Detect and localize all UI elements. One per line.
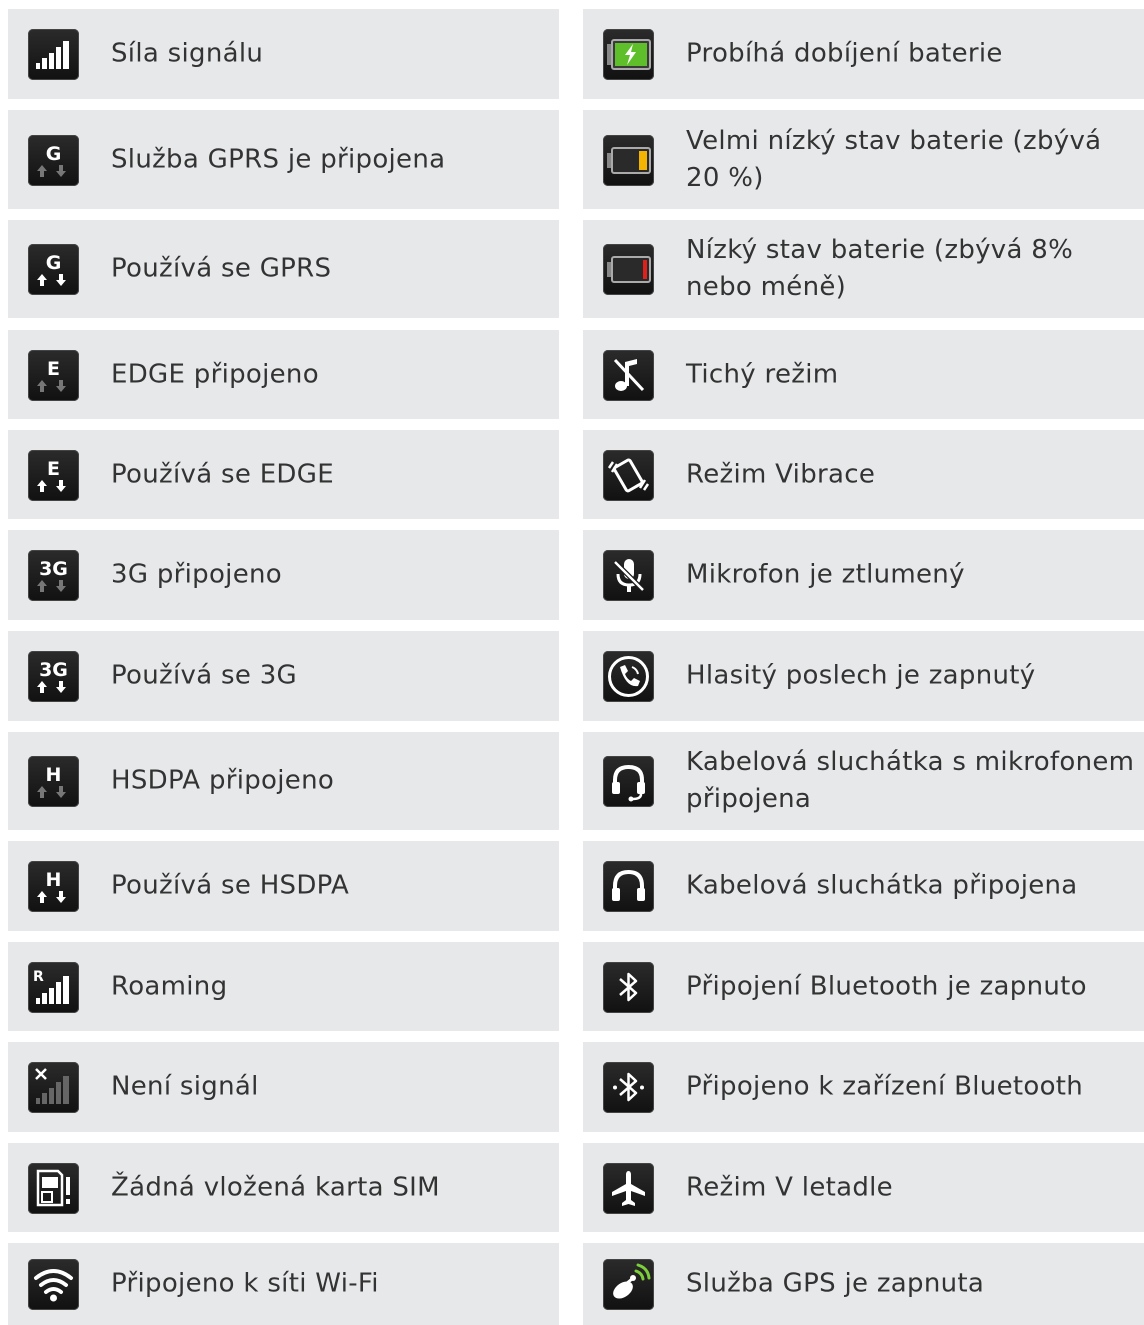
list-item: G Služba GPRS je připojena	[8, 110, 559, 209]
list-item: Připojeno k zařízení Bluetooth	[583, 1042, 1144, 1132]
item-label: Mikrofon je ztlumený	[686, 559, 965, 590]
speakerphone-icon	[603, 651, 654, 702]
list-item: E Používá se EDGE	[8, 430, 559, 519]
list-item: R Roaming	[8, 942, 559, 1031]
bluetooth-connected-icon	[603, 1062, 654, 1113]
list-item: H HSDPA připojeno	[8, 732, 559, 830]
item-label: Síla signálu	[111, 38, 264, 69]
list-item: Nízký stav baterie (zbývá 8% nebo méně)	[583, 220, 1144, 318]
item-label: Používá se 3G	[111, 660, 297, 691]
item-label: Režim Vibrace	[686, 459, 876, 489]
item-label: Probíhá dobíjení baterie	[686, 38, 1003, 69]
list-item: Služba GPS je zapnuta	[583, 1243, 1144, 1325]
svg-text:H: H	[46, 869, 62, 891]
no-sim-icon	[28, 1162, 79, 1214]
item-label: Roaming	[111, 971, 228, 1001]
bluetooth-on-icon	[603, 961, 654, 1013]
list-item: 3G 3G připojeno	[8, 530, 559, 620]
item-label: Kabelová sluchátka s mikrofonem připojen…	[686, 747, 1135, 814]
list-item: Není signál	[8, 1042, 559, 1132]
svg-text:G: G	[46, 143, 62, 165]
item-label: Není signál	[111, 1071, 259, 1102]
silent-mode-icon	[603, 349, 654, 401]
battery-very-low-icon	[603, 134, 654, 186]
list-item: Připojení Bluetooth je zapnuto	[583, 942, 1144, 1031]
3g-in-use-icon: 3G	[28, 651, 79, 702]
item-label: Režim V letadle	[686, 1172, 893, 1202]
list-item: Kabelová sluchátka připojena	[583, 841, 1144, 931]
list-item: Velmi nízký stav baterie (zbývá 20 %)	[583, 110, 1144, 209]
item-label: Připojeno k síti Wi-Fi	[111, 1268, 379, 1299]
signal-strength-icon	[28, 29, 79, 80]
list-item: Probíhá dobíjení baterie	[583, 9, 1144, 99]
wifi-icon	[28, 1259, 79, 1310]
list-item: Žádná vložená karta SIM	[8, 1143, 559, 1232]
battery-charging-icon	[603, 29, 654, 80]
list-item: Tichý režim	[583, 330, 1144, 419]
wired-headset-mic-icon	[603, 756, 654, 807]
svg-text:3G: 3G	[39, 659, 68, 681]
gprs-in-use-icon: G	[28, 244, 79, 295]
item-label: HSDPA připojeno	[111, 765, 335, 796]
hsdpa-connected-icon: H	[28, 756, 79, 807]
item-label: Připojeno k zařízení Bluetooth	[686, 1071, 1084, 1102]
edge-in-use-icon: E	[28, 449, 79, 501]
roaming-icon: R	[28, 961, 79, 1013]
svg-text:R: R	[33, 969, 44, 985]
battery-low-icon	[603, 244, 654, 295]
item-label: Služba GPS je zapnuta	[686, 1268, 985, 1299]
wired-headphones-icon	[603, 861, 654, 912]
list-item: G Používá se GPRS	[8, 220, 559, 318]
item-label: Kabelová sluchátka připojena	[686, 870, 1078, 901]
item-label: Služba GPRS je připojena	[111, 144, 446, 174]
airplane-mode-icon	[603, 1162, 654, 1214]
item-label: Používá se EDGE	[111, 459, 334, 489]
item-label: Používá se GPRS	[111, 253, 332, 284]
hsdpa-in-use-icon: H	[28, 861, 79, 912]
item-label: Nízký stav baterie (zbývá 8% nebo méně)	[686, 235, 1074, 302]
list-item: E EDGE připojeno	[8, 330, 559, 419]
list-item: Síla signálu	[8, 9, 559, 99]
item-label: Připojení Bluetooth je zapnuto	[686, 971, 1087, 1001]
gps-on-icon	[603, 1259, 654, 1310]
vibrate-mode-icon	[603, 449, 654, 501]
list-item: Hlasitý poslech je zapnutý	[583, 631, 1144, 721]
svg-text:E: E	[47, 358, 60, 380]
svg-text:G: G	[46, 252, 62, 274]
svg-text:3G: 3G	[39, 558, 68, 580]
edge-connected-icon: E	[28, 349, 79, 401]
item-label: EDGE připojeno	[111, 359, 319, 389]
mic-muted-icon	[603, 550, 654, 601]
svg-text:H: H	[46, 764, 62, 786]
list-item: Mikrofon je ztlumený	[583, 530, 1144, 620]
list-item: Připojeno k síti Wi-Fi	[8, 1243, 559, 1325]
list-item: Kabelová sluchátka s mikrofonem připojen…	[583, 732, 1144, 830]
list-item: H Používá se HSDPA	[8, 841, 559, 931]
list-item: Režim Vibrace	[583, 430, 1144, 519]
list-item: 3G Používá se 3G	[8, 631, 559, 721]
item-label: Velmi nízký stav baterie (zbývá 20 %)	[686, 125, 1102, 193]
item-label: Používá se HSDPA	[111, 870, 350, 901]
item-label: 3G připojeno	[111, 559, 282, 590]
list-item: Režim V letadle	[583, 1143, 1144, 1232]
item-label: Žádná vložená karta SIM	[111, 1172, 440, 1202]
svg-text:E: E	[47, 458, 60, 480]
gprs-connected-icon: G	[28, 134, 79, 186]
item-label: Hlasitý poslech je zapnutý	[686, 660, 1036, 691]
no-signal-icon	[28, 1062, 79, 1113]
item-label: Tichý režim	[686, 359, 839, 389]
3g-connected-icon: 3G	[28, 550, 79, 601]
